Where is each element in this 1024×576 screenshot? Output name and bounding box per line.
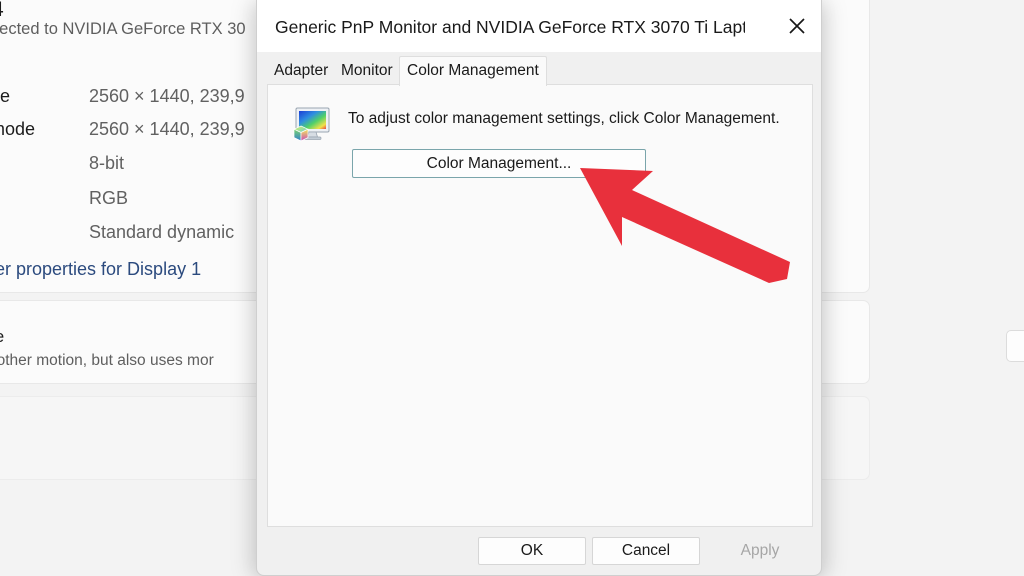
- info-row-label-0: de: [0, 86, 10, 107]
- dynamic-refresh-rate-description: oother motion, but also uses mor: [0, 352, 214, 370]
- dynamic-refresh-rate-dropdown[interactable]: [1006, 330, 1024, 362]
- color-management-monitor-icon: [290, 104, 334, 148]
- adapter-properties-link[interactable]: ter properties for Display 1: [0, 259, 201, 280]
- dialog-title: Generic PnP Monitor and NVIDIA GeForce R…: [275, 17, 745, 38]
- display-number-heading: 4: [0, 0, 4, 22]
- color-management-description: To adjust color management settings, cli…: [348, 110, 780, 128]
- screen: 4 nected to NVIDIA GeForce RTX 30 de 256…: [0, 0, 1024, 576]
- tab-adapter[interactable]: Adapter: [267, 58, 335, 85]
- display-properties-dialog: Generic PnP Monitor and NVIDIA GeForce R…: [256, 0, 822, 576]
- info-row-value-4: Standard dynamic: [89, 222, 234, 243]
- info-row-value-1: 2560 × 1440, 239,9: [89, 119, 245, 140]
- apply-button: Apply: [706, 537, 814, 565]
- dialog-titlebar: Generic PnP Monitor and NVIDIA GeForce R…: [257, 0, 822, 52]
- dialog-tab-strip: Adapter Monitor Color Management: [257, 52, 822, 85]
- info-row-value-2: 8-bit: [89, 153, 124, 174]
- ok-button[interactable]: OK: [478, 537, 586, 565]
- dynamic-refresh-rate-title: te: [0, 327, 4, 347]
- tab-color-management[interactable]: Color Management: [399, 56, 547, 86]
- cancel-button[interactable]: Cancel: [592, 537, 700, 565]
- info-row-value-0: 2560 × 1440, 239,9: [89, 86, 245, 107]
- tab-monitor[interactable]: Monitor: [334, 58, 400, 85]
- display-connected-text: nected to NVIDIA GeForce RTX 30: [0, 20, 246, 39]
- color-management-button[interactable]: Color Management...: [352, 149, 646, 178]
- close-button[interactable]: [775, 4, 819, 48]
- close-icon: [788, 17, 806, 35]
- info-row-label-1: mode: [0, 119, 35, 140]
- info-row-value-3: RGB: [89, 188, 128, 209]
- color-management-panel: To adjust color management settings, cli…: [267, 84, 813, 527]
